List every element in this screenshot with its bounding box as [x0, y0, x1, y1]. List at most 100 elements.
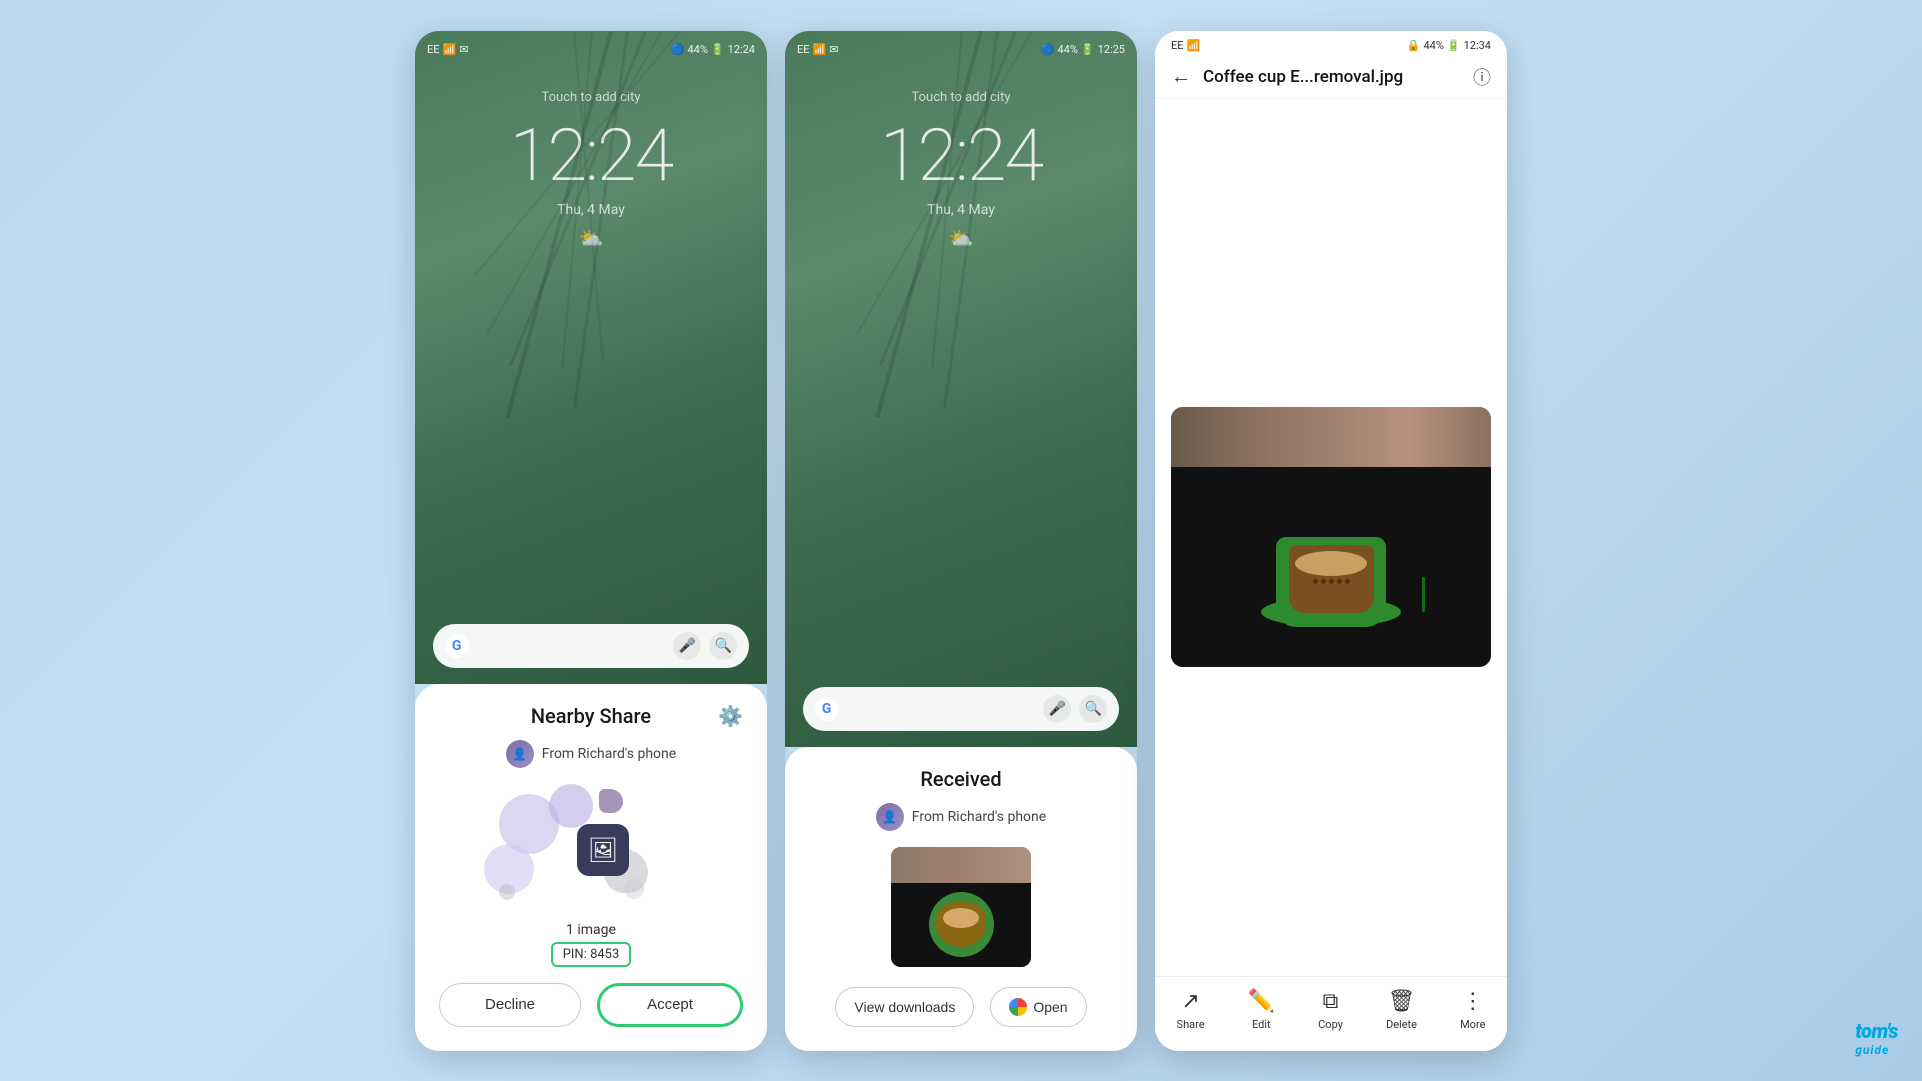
choc-dot-2 — [1321, 579, 1326, 584]
wallpaper-date: Thu, 4 May — [557, 202, 625, 218]
choc-dot-1 — [1313, 579, 1318, 584]
edit-label: Edit — [1252, 1018, 1271, 1031]
img-top-strip — [1171, 407, 1491, 467]
s2-mic-icon[interactable]: 🎤 — [1043, 695, 1071, 723]
screenshot-2: EE 📶 ✉ 🔵 44% 🔋 12:25 Touch to add city 1… — [785, 31, 1137, 1051]
copy-label: Copy — [1318, 1018, 1343, 1031]
lens-icon[interactable]: 🔍 — [709, 632, 737, 660]
image-icon: 🖼 — [588, 836, 618, 864]
google-open-icon — [1009, 998, 1027, 1016]
s1-battery: 44% — [687, 43, 707, 56]
open-button[interactable]: Open — [990, 987, 1086, 1027]
s2-lens-icon[interactable]: 🔍 — [1079, 695, 1107, 723]
accept-button[interactable]: Accept — [597, 983, 743, 1027]
s2-status-right: 🔵 44% 🔋 12:25 — [1041, 43, 1125, 56]
image-count: 1 image — [439, 922, 743, 938]
nearby-share-header: Nearby Share ⚙️ — [439, 704, 743, 728]
coffee-cup-full — [1276, 537, 1386, 627]
coffee-cup-content — [1289, 545, 1374, 613]
avatar: 👤 — [506, 740, 534, 768]
decline-button[interactable]: Decline — [439, 983, 581, 1027]
guide-sub: guide — [1855, 1043, 1898, 1057]
blob-7 — [624, 879, 644, 899]
coffee-thumb-inner — [891, 847, 1031, 967]
coffee-full-image — [1171, 407, 1491, 667]
more-icon: ⋮ — [1462, 989, 1484, 1014]
edit-action[interactable]: ✏️ Edit — [1248, 989, 1275, 1031]
s1-bt-icon: 🔵 — [671, 43, 685, 56]
edit-icon: ✏️ — [1248, 989, 1275, 1014]
foam-layer — [1295, 551, 1367, 576]
s2-avatar: 👤 — [876, 803, 904, 831]
back-button[interactable]: ← — [1171, 64, 1191, 89]
action-buttons: Decline Accept — [439, 983, 743, 1027]
delete-action[interactable]: 🗑 Delete — [1386, 989, 1417, 1031]
pin-text: PIN: 8453 — [563, 947, 620, 962]
gear-icon[interactable]: ⚙️ — [718, 704, 743, 728]
s2-from-device-text: From Richard's phone — [912, 809, 1046, 825]
coffee-foam — [943, 908, 979, 928]
blob-6 — [499, 884, 515, 900]
toms-guide-watermark: tom's guide — [1855, 1019, 1898, 1057]
open-label: Open — [1033, 999, 1067, 1015]
more-label: More — [1460, 1018, 1485, 1031]
delete-icon: 🗑 — [1388, 989, 1416, 1014]
s1-time: 12:24 — [728, 43, 755, 56]
s1-signal-icon: 📶 — [443, 43, 457, 56]
s3-app-bar: ← Coffee cup E...removal.jpg ⓘ — [1155, 56, 1507, 99]
s1-search-bar[interactable]: G 🎤 🔍 — [433, 624, 750, 668]
info-icon[interactable]: ⓘ — [1473, 64, 1491, 90]
s2-bt-icon: 🔵 — [1041, 43, 1055, 56]
s2-wallpaper-time: Touch to add city 12:24 Thu, 4 May ⛅ — [880, 60, 1042, 687]
coffee-cup-inner — [936, 902, 986, 947]
blob-3 — [599, 789, 623, 813]
s1-status-left: EE 📶 ✉ — [427, 43, 468, 56]
s1-carrier: EE — [427, 43, 440, 56]
s3-status-right: 🔒 44% 🔋 12:34 — [1407, 39, 1491, 52]
coffee-thumbnail — [891, 847, 1031, 967]
s2-status-bar: EE 📶 ✉ 🔵 44% 🔋 12:25 — [785, 39, 1137, 60]
city-hint: Touch to add city — [541, 90, 640, 105]
s2-google-logo: G — [815, 697, 839, 721]
s3-battery-icon: 🔒 — [1407, 39, 1421, 52]
choc-dot-3 — [1329, 579, 1334, 584]
share-action[interactable]: ↗ Share — [1177, 989, 1205, 1031]
s3-signal: 📶 — [1187, 39, 1201, 52]
file-title: Coffee cup E...removal.jpg — [1203, 67, 1473, 87]
s3-bottom-bar: ↗ Share ✏️ Edit ⧉ Copy 🗑 Delete ⋮ More — [1155, 976, 1507, 1051]
s3-status-left: EE 📶 — [1171, 39, 1200, 52]
view-downloads-button[interactable]: View downloads — [835, 987, 974, 1027]
received-panel: Received 👤 From Richard's phone — [785, 747, 1137, 1051]
s2-time: 12:25 — [1098, 43, 1125, 56]
copy-action[interactable]: ⧉ Copy — [1318, 989, 1343, 1031]
from-device-text: From Richard's phone — [542, 746, 676, 762]
screenshot-1: EE 📶 ✉ 🔵 44% 🔋 12:24 Touch to add city 1… — [415, 31, 767, 1051]
s2-weather: ⛅ — [949, 226, 974, 250]
s2-from-device: 👤 From Richard's phone — [809, 803, 1113, 831]
s2-date: Thu, 4 May — [927, 202, 995, 218]
choc-dot-5 — [1345, 579, 1350, 584]
coffee-cup-thumb — [929, 892, 994, 957]
more-action[interactable]: ⋮ More — [1460, 989, 1485, 1031]
s2-wallpaper: EE 📶 ✉ 🔵 44% 🔋 12:25 Touch to add city 1… — [785, 31, 1137, 747]
s3-battery: 44% — [1423, 39, 1443, 52]
s2-icons: ✉ — [829, 43, 838, 56]
s2-search-bar[interactable]: G 🎤 🔍 — [803, 687, 1120, 731]
s3-time: 12:34 — [1464, 39, 1491, 52]
wallpaper-time: Touch to add city 12:24 Thu, 4 May ⛅ — [510, 60, 672, 624]
mic-icon[interactable]: 🎤 — [673, 632, 701, 660]
s3-status-bar: EE 📶 🔒 44% 🔋 12:34 — [1155, 31, 1507, 56]
blob-animation-area: 🖼 — [439, 784, 743, 914]
coffee-thumb-top — [891, 847, 1031, 883]
coffee-thumb-bottom — [891, 883, 1031, 967]
received-buttons: View downloads Open — [809, 987, 1113, 1027]
screenshots-container: EE 📶 ✉ 🔵 44% 🔋 12:24 Touch to add city 1… — [0, 0, 1922, 1081]
weather-icon: ⛅ — [579, 226, 604, 250]
wallpaper-clock: 12:24 — [510, 113, 672, 198]
choc-dots — [1313, 579, 1350, 584]
cup-handle — [1422, 577, 1425, 612]
google-logo: G — [445, 634, 469, 658]
share-icon: ↗ — [1181, 989, 1199, 1014]
delete-label: Delete — [1386, 1018, 1417, 1031]
blob-2 — [549, 784, 593, 828]
